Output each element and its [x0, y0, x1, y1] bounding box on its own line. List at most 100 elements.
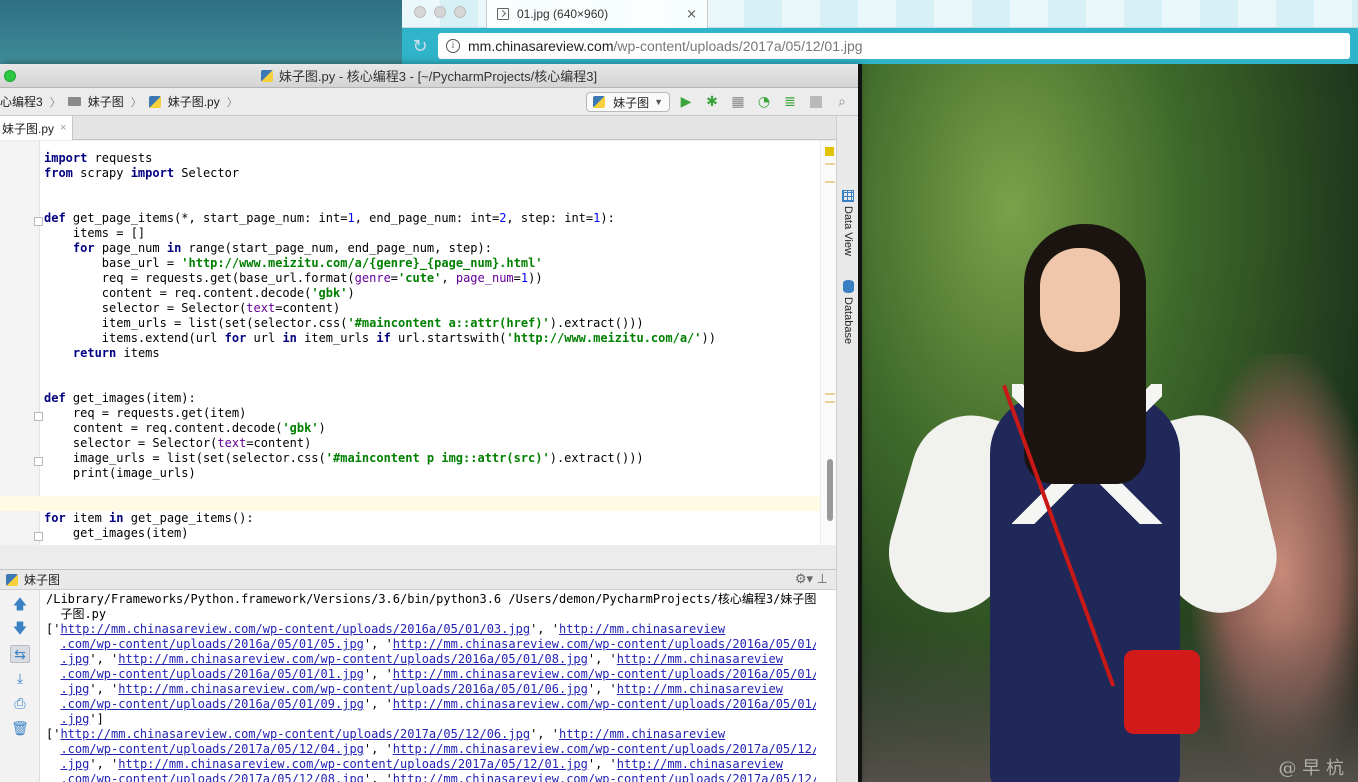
code-line[interactable] [44, 376, 824, 391]
fold-marker-icon[interactable] [34, 412, 43, 421]
console-link[interactable]: .com/wp-content/uploads/2017a/05/12/08.j… [60, 772, 363, 782]
code-line[interactable]: for item in get_page_items(): [44, 511, 824, 526]
tab-database[interactable]: Database [840, 280, 856, 344]
debug-icon[interactable]: ✱ [702, 92, 722, 112]
python-file-icon [6, 573, 18, 586]
concurrency-icon[interactable]: ≣ [780, 92, 800, 112]
scroll-end-icon[interactable]: ⤓ [10, 670, 30, 688]
editor-scrollbar[interactable] [827, 459, 833, 521]
code-line[interactable]: items = [] [44, 226, 824, 241]
code-line[interactable]: from scrapy import Selector [44, 166, 824, 181]
fold-marker-icon[interactable] [34, 217, 43, 226]
console-link[interactable]: http://mm.chinasareview.com/wp-content/u… [393, 637, 816, 651]
run-configuration-select[interactable]: 妹子图 ▼ [586, 92, 670, 112]
reload-icon[interactable]: ↻ [410, 36, 430, 57]
code-line[interactable] [44, 481, 824, 496]
console-link[interactable]: .jpg [60, 757, 89, 771]
code-line[interactable]: def get_images(item): [44, 391, 824, 406]
console-line: .jpg', 'http://mm.chinasareview.com/wp-c… [60, 757, 783, 771]
coverage-icon[interactable]: ▦ [728, 92, 748, 112]
console-link[interactable]: .jpg [60, 682, 89, 696]
warning-mark[interactable] [825, 401, 835, 403]
code-line[interactable]: for page_num in range(start_page_num, en… [44, 241, 824, 256]
site-info-icon[interactable]: i [446, 39, 460, 53]
code-line[interactable] [44, 181, 824, 196]
code-line[interactable] [44, 361, 824, 376]
zoom-dot[interactable] [454, 6, 466, 18]
profile-icon[interactable]: ◔ [754, 92, 774, 112]
code-editor[interactable]: import requests from scrapy import Select… [0, 141, 836, 545]
fold-marker-icon[interactable] [34, 457, 43, 466]
console-link[interactable]: http://mm.chinasareview.com/wp-content/u… [393, 697, 816, 711]
console-link[interactable]: http://mm.chinasareview.com/wp-content/u… [118, 682, 588, 696]
console-link[interactable]: http://mm.chinasareview [559, 727, 725, 741]
stop-icon[interactable] [806, 92, 826, 112]
soft-wrap-icon[interactable]: ⇆ [10, 645, 30, 663]
breadcrumb-folder[interactable]: 妹子图 [88, 93, 124, 110]
rerun-up-icon[interactable]: 🡅 [10, 596, 30, 614]
print-icon[interactable]: ⎙ [10, 695, 30, 713]
code-line[interactable]: base_url = 'http://www.meizitu.com/a/{ge… [44, 256, 824, 271]
code-line[interactable]: content = req.content.decode('gbk') [44, 286, 824, 301]
tab-close-icon[interactable]: × [686, 7, 697, 22]
console-link[interactable]: http://mm.chinasareview.com/wp-content/u… [393, 772, 816, 782]
code-line[interactable] [0, 496, 826, 511]
code-line[interactable]: print(image_urls) [44, 466, 824, 481]
console-link[interactable]: .com/wp-content/uploads/2016a/05/01/09.j… [60, 697, 363, 711]
console-link[interactable]: http://mm.chinasareview.com/wp-content/u… [60, 622, 530, 636]
tab-data-view[interactable]: Data View [840, 190, 856, 256]
console-line: ['http://mm.chinasareview.com/wp-content… [46, 727, 726, 741]
browser-tab-active[interactable]: 01.jpg (640×960) × [486, 0, 708, 28]
console-link[interactable]: http://mm.chinasareview.com/wp-content/u… [393, 742, 816, 756]
code-line[interactable]: selector = Selector(text=content) [44, 301, 824, 316]
run-settings-icon[interactable]: ⚙▾ ⊥ [795, 571, 828, 587]
run-icon[interactable]: ▶ [676, 92, 696, 112]
console-link[interactable]: .com/wp-content/uploads/2016a/05/01/05.j… [60, 637, 363, 651]
code-line[interactable]: req = requests.get(item) [44, 406, 824, 421]
trash-icon[interactable]: 🗑 [10, 720, 30, 738]
console-link[interactable]: .jpg [60, 712, 89, 726]
code-line[interactable]: return items [44, 346, 824, 361]
photo-figure-red-bag [1124, 650, 1200, 734]
code-line[interactable]: get_images(item) [44, 526, 824, 541]
browser-window-controls [414, 6, 466, 18]
fold-marker-icon[interactable] [34, 532, 43, 541]
console-link[interactable]: http://mm.chinasareview.com/wp-content/u… [118, 757, 588, 771]
console-link[interactable]: http://mm.chinasareview.com/wp-content/u… [393, 667, 816, 681]
code-line[interactable]: image_urls = list(set(selector.css('#mai… [44, 451, 824, 466]
code-line[interactable]: selector = Selector(text=content) [44, 436, 824, 451]
breadcrumb-file[interactable]: 妹子图.py [168, 93, 220, 110]
code-line[interactable] [44, 196, 824, 211]
warning-mark[interactable] [825, 163, 835, 165]
breadcrumb-project[interactable]: 心编程3 [0, 93, 43, 110]
console-link[interactable]: .jpg [60, 652, 89, 666]
address-bar[interactable]: i mm.chinasareview.com/wp-content/upload… [438, 33, 1350, 59]
warning-mark[interactable] [825, 181, 835, 183]
console-link[interactable]: http://mm.chinasareview [559, 622, 725, 636]
close-dot[interactable] [414, 6, 426, 18]
zoom-dot[interactable] [4, 70, 16, 82]
code-line[interactable]: item_urls = list(set(selector.css('#main… [44, 316, 824, 331]
minimize-dot[interactable] [434, 6, 446, 18]
console-link[interactable]: http://mm.chinasareview [617, 757, 783, 771]
code-line[interactable]: req = requests.get(base_url.format(genre… [44, 271, 824, 286]
console-link[interactable]: http://mm.chinasareview [617, 652, 783, 666]
console-link[interactable]: .com/wp-content/uploads/2016a/05/01/01.j… [60, 667, 363, 681]
console-link[interactable]: http://mm.chinasareview [617, 682, 783, 696]
search-icon[interactable]: ⌕ [832, 92, 852, 112]
console-link[interactable]: http://mm.chinasareview.com/wp-content/u… [118, 652, 588, 666]
warning-mark[interactable] [825, 393, 835, 395]
inspection-status-icon[interactable] [825, 147, 834, 156]
console-link[interactable]: http://mm.chinasareview.com/wp-content/u… [60, 727, 530, 741]
code-line[interactable]: content = req.content.decode('gbk') [44, 421, 824, 436]
console-link[interactable]: .com/wp-content/uploads/2017a/05/12/04.j… [60, 742, 363, 756]
rerun-down-icon[interactable]: 🡇 [10, 620, 30, 638]
code-line[interactable]: def get_page_items(*, start_page_num: in… [44, 211, 824, 226]
close-icon[interactable]: × [60, 122, 66, 134]
console-output[interactable]: /Library/Frameworks/Python.framework/Ver… [46, 592, 816, 782]
database-label: Database [842, 297, 854, 345]
url-text[interactable]: mm.chinasareview.com/wp-content/uploads/… [468, 38, 863, 54]
tab-file[interactable]: 妹子图.py × [0, 116, 74, 140]
code-line[interactable]: import requests [44, 151, 824, 166]
code-line[interactable]: items.extend(url for url in item_urls if… [44, 331, 824, 346]
